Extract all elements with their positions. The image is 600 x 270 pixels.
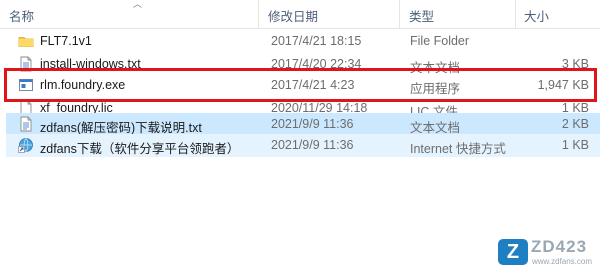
file-date-modified: 2021/9/9 11:36: [271, 138, 354, 152]
file-name: zdfans下载（软件分享平台领跑者）: [40, 142, 240, 156]
text-file-icon: [18, 116, 33, 133]
file-row[interactable]: FLT7.1v1 2017/4/21 18:15 File Folder: [6, 30, 600, 53]
file-size: 2 KB: [561, 117, 589, 131]
file-type: Internet 快捷方式: [410, 142, 506, 156]
highlight-box: [4, 68, 597, 102]
column-header-bar: 名称 ︿ 修改日期 类型 大小: [0, 0, 600, 29]
watermark: Z ZD423 www.zdfans.com: [498, 235, 598, 269]
file-row[interactable]: zdfans(解压密码)下载说明.txt 2021/9/9 11:36 文本文档 2 …: [6, 113, 600, 136]
folder-icon: [18, 33, 34, 50]
sort-ascending-icon: ︿: [133, 0, 143, 9]
column-header-date[interactable]: 修改日期: [268, 6, 318, 25]
column-header-size[interactable]: 大小: [524, 6, 549, 25]
watermark-text: ZD423: [531, 237, 588, 256]
file-date-modified: 2017/4/21 18:15: [271, 34, 362, 48]
column-header-type[interactable]: 类型: [409, 6, 434, 25]
internet-shortcut-icon: [18, 137, 33, 154]
file-row[interactable]: zdfans下载（软件分享平台领跑者） 2021/9/9 11:36 Interne…: [6, 134, 600, 157]
watermark-url: www.zdfans.com: [532, 257, 593, 266]
column-divider[interactable]: [515, 0, 516, 28]
file-date-modified: 2021/9/9 11:36: [271, 117, 354, 131]
column-divider[interactable]: [399, 0, 400, 28]
column-header-name[interactable]: 名称: [9, 6, 34, 25]
column-divider[interactable]: [258, 0, 259, 28]
file-size: 1 KB: [561, 138, 589, 152]
watermark-logo: Z: [498, 239, 528, 265]
file-name: FLT7.1v1: [40, 34, 92, 48]
file-type: File Folder: [410, 34, 470, 48]
